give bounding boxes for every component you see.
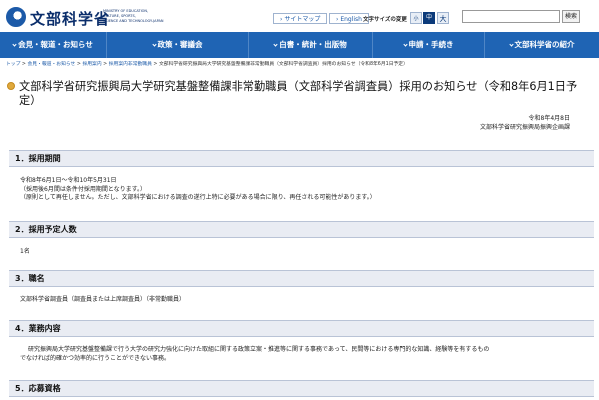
chevron-right-icon — [402, 41, 408, 47]
nav-item-policy[interactable]: 政策・審議会 — [107, 32, 249, 58]
section-heading: 3．職名 — [9, 270, 594, 287]
breadcrumb-link-recruit[interactable]: 採用案内 — [82, 62, 101, 67]
nav-item-label: 申請・手続き — [408, 40, 454, 49]
sitemap-link[interactable]: › サイトマップ — [273, 13, 328, 24]
section-text: （採用後6月間は条件付採用期間となります。） — [20, 185, 147, 193]
chevron-right-icon — [12, 41, 17, 47]
nav-item-label: 会見・報道・お知らせ — [18, 40, 93, 49]
breadcrumb-link-top[interactable]: トップ — [6, 62, 20, 67]
site-logo-text[interactable]: 文部科学省 — [30, 8, 110, 29]
chevron-right-icon — [151, 41, 157, 47]
publish-date: 令和8年4月8日 — [528, 115, 570, 122]
breadcrumb-current: 文部科学省研究振興局大学研究基盤整備課非常勤職員（文部科学省調査員）採用のお知ら… — [158, 62, 408, 67]
nav-item-press[interactable]: 会見・報道・お知らせ — [0, 32, 107, 58]
chevron-right-icon — [508, 41, 514, 47]
nav-item-application[interactable]: 申請・手続き — [373, 32, 485, 58]
section-body: 1名 — [20, 248, 590, 257]
mext-logo-icon[interactable] — [6, 7, 26, 27]
nav-item-whitepaper[interactable]: 白書・統計・出版物 — [249, 32, 373, 58]
section-heading: 1．採用期間 — [9, 150, 594, 167]
publisher-org: 文部科学省研究振興局振興企画課 — [479, 124, 570, 131]
section-body: 文部科学省調査員（調査員または上席調査員）（非常勤職員） — [20, 296, 590, 305]
search-button[interactable]: 検索 — [562, 10, 580, 23]
section-text: 文部科学省調査員（調査員または上席調査員）（非常勤職員） — [20, 296, 186, 303]
section-body: 研究振興局大学研究基盤整備課で行う大学の研究力強化に向けた取組に関する政策立案・… — [20, 346, 590, 363]
nav-item-about[interactable]: 文部科学省の紹介 — [485, 32, 599, 58]
sitemap-label: サイトマップ — [284, 16, 321, 23]
page-title-block: 文部科学省研究振興局大学研究基盤整備課非常勤職員（文部科学省調査員）採用のお知ら… — [7, 80, 592, 108]
chevron-right-icon — [273, 41, 278, 47]
nav-item-label: 政策・審議会 — [157, 40, 203, 49]
section-text: 令和8年6月1日～令和10年5月31日 — [20, 177, 117, 184]
section-heading: 2．採用予定人数 — [9, 221, 594, 238]
breadcrumb: トップ > 会見・報道・お知らせ > 採用案内 > 採用案内非常勤職員 > 文部… — [6, 62, 408, 67]
font-size-label: 文字サイズの変更 — [363, 17, 407, 23]
site-header: 文部科学省 MINISTRY OF EDUCATION, CULTURE, SP… — [0, 0, 599, 32]
page-title: 文部科学省研究振興局大学研究基盤整備課非常勤職員（文部科学省調査員）採用のお知ら… — [19, 80, 578, 107]
font-size-medium-button[interactable]: 中 — [423, 12, 435, 24]
font-size-small-button[interactable]: 小 — [410, 12, 422, 24]
logo-subtitle: MINISTRY OF EDUCATION, CULTURE, SPORTS, … — [103, 9, 183, 24]
logo-subtitle-line: SCIENCE AND TECHNOLOGY-JAPAN — [103, 19, 164, 23]
section-text: 研究振興局大学研究基盤整備課で行う大学の研究力強化に向けた取組に関する政策立案・… — [28, 346, 490, 353]
global-nav: 会見・報道・お知らせ 政策・審議会 白書・統計・出版物 申請・手続き 文部科学省… — [0, 32, 599, 58]
breadcrumb-link-parttime[interactable]: 採用案内非常勤職員 — [109, 62, 152, 67]
section-text: でなければ的確かつ効率的に行うことができない事務。 — [20, 354, 171, 362]
section-heading: 5．応募資格 — [9, 380, 594, 397]
section-body: 令和8年6月1日～令和10年5月31日 （採用後6月間は条件付採用期間となります… — [20, 177, 590, 203]
breadcrumb-link-press[interactable]: 会見・報道・お知らせ — [27, 62, 75, 67]
english-label: English — [340, 16, 362, 23]
font-size-large-button[interactable]: 大 — [437, 12, 449, 24]
section-text: 1名 — [20, 248, 30, 255]
search-input[interactable] — [462, 10, 560, 23]
section-heading: 4．業務内容 — [9, 320, 594, 337]
section-text: （原則として再任しません。ただし、文部科学省における調査の遂行上特に必要がある場… — [20, 194, 376, 201]
nav-item-label: 白書・統計・出版物 — [279, 40, 347, 49]
title-bullet-icon — [7, 82, 15, 90]
nav-item-label: 文部科学省の紹介 — [514, 40, 575, 49]
